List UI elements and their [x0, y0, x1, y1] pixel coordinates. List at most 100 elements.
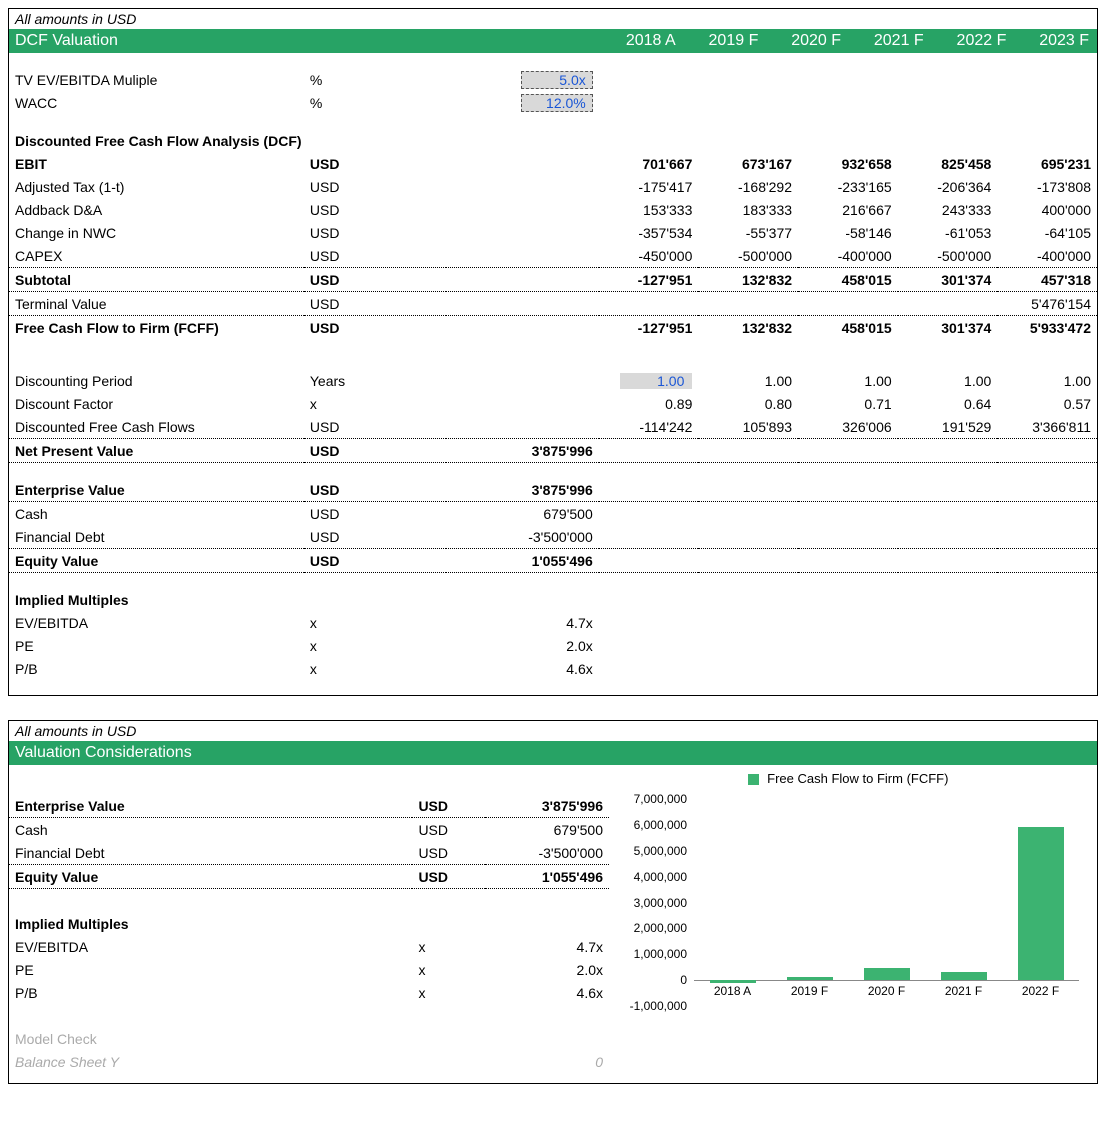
currency-caption: All amounts in USD: [9, 9, 1097, 29]
tax-label: Adjusted Tax (1-t): [9, 175, 304, 198]
period-2022: 1.00: [898, 369, 998, 392]
npv-value: 3'875'996: [446, 439, 599, 463]
pb-label: P/B: [9, 657, 304, 680]
ev-value: 3'875'996: [446, 478, 599, 502]
fcff-label: Free Cash Flow to Firm (FCFF): [9, 316, 304, 340]
nwc-2020: -55'377: [698, 221, 798, 244]
equity2-label: Equity Value: [9, 865, 412, 889]
fcff-2021: 458'015: [798, 316, 898, 340]
balance-label: Balance Sheet Y: [9, 1050, 412, 1073]
dfcf-2023: 3'366'811: [997, 415, 1097, 439]
col-header-2019: 2019 F: [678, 32, 761, 50]
da-2020: 183'333: [698, 198, 798, 221]
row-ebit: EBIT USD 701'667 673'167 932'658 825'458…: [9, 152, 1097, 175]
x-tick-label: 2020 F: [868, 984, 905, 998]
row-tv-multiple: TV EV/EBITDA Muliple % 5.0x: [9, 68, 1097, 91]
subtotal-2021: 458'015: [798, 268, 898, 292]
tv-input[interactable]: 5.0x: [521, 71, 593, 89]
dfactor-unit: x: [304, 392, 446, 415]
dfactor-label: Discount Factor: [9, 392, 304, 415]
period-input[interactable]: 1.00: [620, 373, 692, 389]
col-header-2022: 2022 F: [926, 32, 1009, 50]
period-2023: 1.00: [997, 369, 1097, 392]
fcff-2019: -127'951: [599, 316, 699, 340]
cash2-value: 679'500: [485, 818, 609, 842]
y-tick-label: 1,000,000: [609, 947, 687, 961]
capex-label: CAPEX: [9, 244, 304, 268]
col-header-2020: 2020 F: [760, 32, 843, 50]
pe-value: 2.0x: [446, 634, 599, 657]
row-evebitda: EV/EBITDA x 4.7x: [9, 611, 1097, 634]
row-equity: Equity Value USD 1'055'496: [9, 549, 1097, 573]
chart-bar: [710, 980, 756, 983]
row-pb: P/B x 4.6x: [9, 657, 1097, 680]
row-subtotal: Subtotal USD -127'951 132'832 458'015 30…: [9, 268, 1097, 292]
row2-pe: PE x 2.0x: [9, 958, 609, 981]
col-header-2021: 2021 F: [843, 32, 926, 50]
row-capex: CAPEX USD -450'000 -500'000 -400'000 -50…: [9, 244, 1097, 268]
pe-unit: x: [304, 634, 446, 657]
pe-label: PE: [9, 634, 304, 657]
row2-equity: Equity Value USD 1'055'496: [9, 865, 609, 889]
terminal-2023: 5'476'154: [997, 292, 1097, 316]
ev-unit: USD: [304, 478, 446, 502]
ev2-value: 3'875'996: [485, 794, 609, 818]
row-model-check: Model Check: [9, 1027, 609, 1050]
debt-value: -3'500'000: [446, 525, 599, 549]
capex-unit: USD: [304, 244, 446, 268]
ebit-2019: 701'667: [599, 152, 699, 175]
dfcf-2021: 326'006: [798, 415, 898, 439]
equity2-value: 1'055'496: [485, 865, 609, 889]
row2-pb: P/B x 4.6x: [9, 981, 609, 1004]
ev-label: Enterprise Value: [9, 478, 304, 502]
valuation-table: Enterprise Value USD 3'875'996 Cash USD …: [9, 771, 609, 1073]
dfcf-2020: 105'893: [698, 415, 798, 439]
npv-unit: USD: [304, 439, 446, 463]
ebit-2023: 695'231: [997, 152, 1097, 175]
tax-2019: -175'417: [599, 175, 699, 198]
nwc-2021: -58'146: [798, 221, 898, 244]
row2-evebitda: EV/EBITDA x 4.7x: [9, 935, 609, 958]
fcff-bar-chart: Free Cash Flow to Firm (FCFF) -1,000,000…: [609, 771, 1087, 1031]
chart-legend: Free Cash Flow to Firm (FCFF): [609, 771, 1087, 786]
row-discount-period: Discounting Period Years 1.00 1.00 1.00 …: [9, 369, 1097, 392]
dfcf-2019: -114'242: [599, 415, 699, 439]
row-ev: Enterprise Value USD 3'875'996: [9, 478, 1097, 502]
legend-swatch-icon: [748, 774, 759, 785]
ebit-label: EBIT: [9, 152, 304, 175]
section1-title: DCF Valuation: [15, 32, 595, 50]
col-header-2018: 2018 A: [595, 32, 678, 50]
da-unit: USD: [304, 198, 446, 221]
equity2-unit: USD: [412, 865, 484, 889]
debt2-value: -3'500'000: [485, 841, 609, 865]
y-tick-label: 6,000,000: [609, 818, 687, 832]
pb-value: 4.6x: [446, 657, 599, 680]
ebit-2022: 825'458: [898, 152, 998, 175]
implied2-heading: Implied Multiples: [9, 912, 609, 935]
y-tick-label: 5,000,000: [609, 844, 687, 858]
capex-2022: -500'000: [898, 244, 998, 268]
wacc-input[interactable]: 12.0%: [521, 94, 593, 112]
x-tick-label: 2019 F: [791, 984, 828, 998]
da-2019: 153'333: [599, 198, 699, 221]
subtotal-unit: USD: [304, 268, 446, 292]
subtotal-2023: 457'318: [997, 268, 1097, 292]
equity-label: Equity Value: [9, 549, 304, 573]
pb2-value: 4.6x: [485, 981, 609, 1004]
tv-unit: %: [304, 68, 446, 91]
legend-label: Free Cash Flow to Firm (FCFF): [767, 771, 948, 786]
row-nwc: Change in NWC USD -357'534 -55'377 -58'1…: [9, 221, 1097, 244]
equity-value: 1'055'496: [446, 549, 599, 573]
dcf-valuation-section: All amounts in USD DCF Valuation 2018 A …: [8, 8, 1098, 696]
row-fcff: Free Cash Flow to Firm (FCFF) USD -127'9…: [9, 316, 1097, 340]
row-balance-sheet: Balance Sheet Y 0: [9, 1050, 609, 1073]
subtotal-2022: 301'374: [898, 268, 998, 292]
cash2-label: Cash: [9, 818, 412, 842]
balance-value: 0: [485, 1050, 609, 1073]
y-tick-label: 2,000,000: [609, 921, 687, 935]
ebit-unit: USD: [304, 152, 446, 175]
period-unit: Years: [304, 369, 446, 392]
dcf-table: TV EV/EBITDA Muliple % 5.0x WACC % 12.0%…: [9, 53, 1097, 695]
tax-2022: -206'364: [898, 175, 998, 198]
pe2-unit: x: [412, 958, 484, 981]
